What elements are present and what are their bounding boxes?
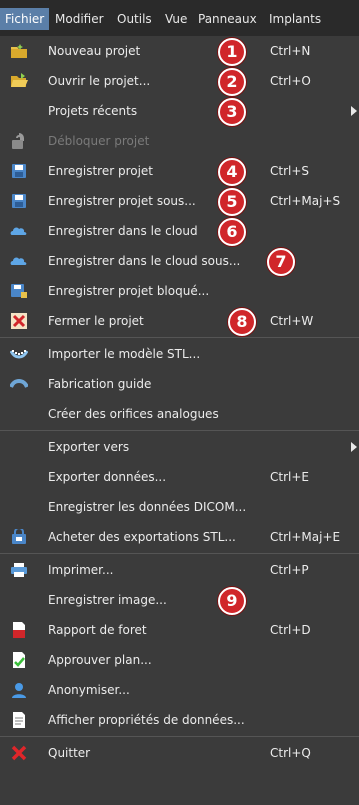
menu-item-label: Créer des orifices analogues <box>48 407 219 421</box>
menu-item-guide-fabrication[interactable]: Fabrication guide <box>0 369 359 399</box>
menu-item-save-project[interactable]: Enregistrer projet Ctrl+S <box>0 156 359 186</box>
shortcut-label: Ctrl+Maj+E <box>270 530 341 544</box>
shortcut-label: Ctrl+Maj+S <box>270 194 341 208</box>
annotation-badge-1: 1 <box>218 38 246 66</box>
menu-item-import-stl[interactable]: Importer le modèle STL... <box>0 339 359 369</box>
menu-item-approve-plan[interactable]: Approuver plan... <box>0 645 359 675</box>
submenu-arrow-icon <box>351 442 357 452</box>
annotation-badge-5: 5 <box>218 188 246 216</box>
menu-modifier[interactable]: Modifier <box>50 9 109 29</box>
menu-item-label: Importer le modèle STL... <box>48 347 201 361</box>
drill-report-icon <box>10 621 28 639</box>
menu-item-label: Ouvrir le projet... <box>48 74 151 88</box>
menu-item-label: Débloquer projet <box>48 134 150 148</box>
menu-item-label: Fabrication guide <box>48 377 152 391</box>
menu-item-label: Enregistrer projet bloqué... <box>48 284 210 298</box>
menu-item-label: Enregistrer projet <box>48 164 153 178</box>
menu-item-quit[interactable]: Quitter Ctrl+Q <box>0 738 359 768</box>
menu-item-save-dicom[interactable]: Enregistrer les données DICOM... <box>0 492 359 522</box>
buy-export-icon <box>10 528 28 546</box>
menu-vue[interactable]: Vue <box>160 9 192 29</box>
guide-fabrication-icon <box>10 375 28 393</box>
unlock-icon <box>10 132 28 150</box>
menu-separator <box>0 337 359 338</box>
cloud-save-icon <box>10 222 28 240</box>
menu-item-label: Enregistrer projet sous... <box>48 194 196 208</box>
menu-item-label: Exporter données... <box>48 470 167 484</box>
menu-item-label: Enregistrer dans le cloud <box>48 224 198 238</box>
annotation-badge-8: 8 <box>228 308 256 336</box>
menu-implants[interactable]: Implants <box>264 9 326 29</box>
save-locked-icon <box>10 282 28 300</box>
import-stl-icon <box>10 345 28 363</box>
menu-item-close-project[interactable]: Fermer le projet Ctrl+W <box>0 306 359 336</box>
menu-outils[interactable]: Outils <box>112 9 157 29</box>
menu-panneaux[interactable]: Panneaux <box>193 9 262 29</box>
save-icon <box>10 162 28 180</box>
new-project-folder-icon <box>10 42 28 60</box>
menu-item-label: Enregistrer dans le cloud sous... <box>48 254 241 268</box>
menu-item-label: Imprimer... <box>48 563 114 577</box>
save-as-icon <box>10 192 28 210</box>
annotation-badge-9: 9 <box>218 587 246 615</box>
menu-item-label: Quitter <box>48 746 91 760</box>
menu-item-label: Fermer le projet <box>48 314 144 328</box>
anonymize-user-icon <box>10 681 28 699</box>
menu-item-export-data[interactable]: Exporter données... Ctrl+E <box>0 462 359 492</box>
menu-item-save-locked-project[interactable]: Enregistrer projet bloqué... <box>0 276 359 306</box>
cloud-save-as-icon <box>10 252 28 270</box>
data-properties-icon <box>10 711 28 729</box>
menu-item-print[interactable]: Imprimer... Ctrl+P <box>0 555 359 585</box>
annotation-badge-6: 6 <box>218 218 246 246</box>
menu-item-label: Anonymiser... <box>48 683 130 697</box>
shortcut-label: Ctrl+N <box>270 44 311 58</box>
menu-bar: Fichier Modifier Outils Vue Panneaux Imp… <box>0 0 359 37</box>
shortcut-label: Ctrl+P <box>270 563 309 577</box>
menu-separator <box>0 736 359 737</box>
annotation-badge-3: 3 <box>218 98 246 126</box>
menu-item-open-project[interactable]: Ouvrir le projet... Ctrl+O <box>0 66 359 96</box>
menu-item-unlock-project: Débloquer projet <box>0 126 359 156</box>
menu-item-create-analog-holes[interactable]: Créer des orifices analogues <box>0 399 359 429</box>
open-folder-icon <box>10 72 28 90</box>
menu-item-buy-stl-exports[interactable]: Acheter des exportations STL... Ctrl+Maj… <box>0 522 359 552</box>
shortcut-label: Ctrl+E <box>270 470 309 484</box>
file-menu-dropdown: Nouveau projet Ctrl+N Ouvrir le projet..… <box>0 36 359 805</box>
menu-item-save-project-as[interactable]: Enregistrer projet sous... Ctrl+Maj+S <box>0 186 359 216</box>
menu-item-save-cloud-as[interactable]: Enregistrer dans le cloud sous... <box>0 246 359 276</box>
menu-item-label: Exporter vers <box>48 440 130 454</box>
shortcut-label: Ctrl+Q <box>270 746 311 760</box>
menu-item-anonymize[interactable]: Anonymiser... <box>0 675 359 705</box>
menu-item-recent-projects[interactable]: Projets récents <box>0 96 359 126</box>
menu-item-export-to[interactable]: Exporter vers <box>0 432 359 462</box>
shortcut-label: Ctrl+D <box>270 623 311 637</box>
annotation-badge-4: 4 <box>218 158 246 186</box>
menu-item-label: Afficher propriétés de données... <box>48 713 245 727</box>
approve-plan-icon <box>10 651 28 669</box>
menu-item-save-image[interactable]: Enregistrer image... <box>0 585 359 615</box>
menu-separator <box>0 553 359 554</box>
shortcut-label: Ctrl+W <box>270 314 314 328</box>
menu-fichier[interactable]: Fichier <box>0 8 50 30</box>
close-project-icon <box>10 312 28 330</box>
submenu-arrow-icon <box>351 106 357 116</box>
quit-icon <box>10 744 28 762</box>
menu-item-drill-report[interactable]: Rapport de foret Ctrl+D <box>0 615 359 645</box>
menu-item-label: Rapport de foret <box>48 623 147 637</box>
menu-item-label: Projets récents <box>48 104 138 118</box>
annotation-badge-2: 2 <box>218 68 246 96</box>
shortcut-label: Ctrl+O <box>270 74 311 88</box>
menu-separator <box>0 430 359 431</box>
menu-item-label: Enregistrer les données DICOM... <box>48 500 247 514</box>
menu-item-label: Approuver plan... <box>48 653 152 667</box>
menu-item-label: Enregistrer image... <box>48 593 167 607</box>
menu-item-label: Acheter des exportations STL... <box>48 530 236 544</box>
menu-item-save-cloud[interactable]: Enregistrer dans le cloud <box>0 216 359 246</box>
menu-item-new-project[interactable]: Nouveau projet Ctrl+N <box>0 36 359 66</box>
annotation-badge-7: 7 <box>267 248 295 276</box>
menu-item-label: Nouveau projet <box>48 44 141 58</box>
menu-item-show-data-properties[interactable]: Afficher propriétés de données... <box>0 705 359 735</box>
printer-icon <box>10 561 28 579</box>
shortcut-label: Ctrl+S <box>270 164 310 178</box>
